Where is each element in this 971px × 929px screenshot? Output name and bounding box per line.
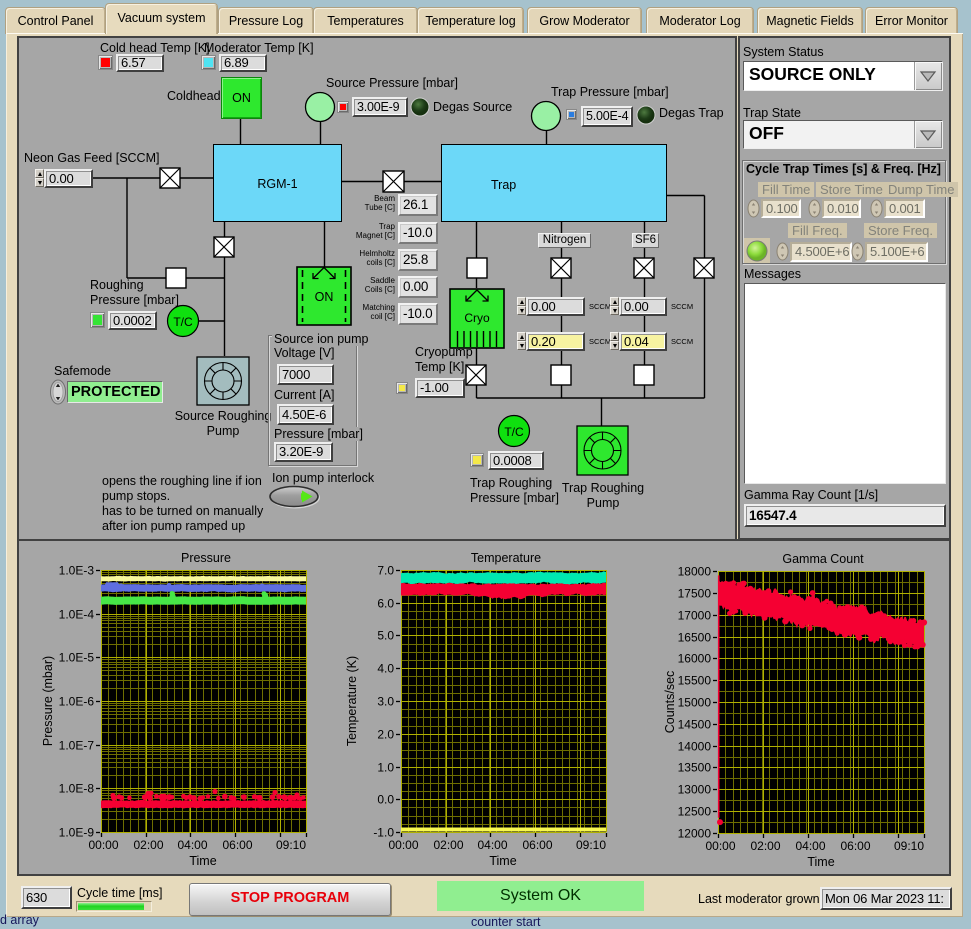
svg-text:15000: 15000 xyxy=(678,696,712,710)
svg-text:06:00: 06:00 xyxy=(522,838,552,852)
svg-text:04:00: 04:00 xyxy=(477,838,507,852)
svg-text:00:00: 00:00 xyxy=(705,839,735,853)
svg-text:T/C: T/C xyxy=(173,315,193,329)
svg-text:1.0: 1.0 xyxy=(377,761,394,775)
svg-text:3.0: 3.0 xyxy=(377,695,394,709)
svg-text:06:00: 06:00 xyxy=(222,838,252,852)
svg-text:0.0: 0.0 xyxy=(377,793,394,807)
svg-text:Time: Time xyxy=(189,854,216,868)
svg-text:6.0: 6.0 xyxy=(377,597,394,611)
svg-text:09:10: 09:10 xyxy=(276,838,306,852)
svg-text:02:00: 02:00 xyxy=(433,838,463,852)
svg-text:17000: 17000 xyxy=(678,609,712,623)
svg-text:04:00: 04:00 xyxy=(795,839,825,853)
svg-text:1.0E-7: 1.0E-7 xyxy=(59,739,95,753)
svg-text:04:00: 04:00 xyxy=(177,838,207,852)
svg-text:Temperature: Temperature xyxy=(471,551,541,565)
svg-text:13000: 13000 xyxy=(678,783,712,797)
svg-text:1.0E-6: 1.0E-6 xyxy=(59,695,95,709)
svg-text:7.0: 7.0 xyxy=(377,564,394,578)
svg-text:09:10: 09:10 xyxy=(894,839,924,853)
svg-text:00:00: 00:00 xyxy=(88,838,118,852)
svg-text:Time: Time xyxy=(489,854,516,868)
svg-text:00:00: 00:00 xyxy=(388,838,418,852)
svg-text:Temperature (K): Temperature (K) xyxy=(345,656,359,746)
svg-text:Pressure (mbar): Pressure (mbar) xyxy=(41,656,55,746)
svg-text:13500: 13500 xyxy=(678,761,712,775)
svg-text:16500: 16500 xyxy=(678,631,712,645)
svg-text:Counts/sec: Counts/sec xyxy=(663,671,677,734)
svg-text:12500: 12500 xyxy=(678,805,712,819)
svg-text:2.0: 2.0 xyxy=(377,728,394,742)
svg-text:Pressure: Pressure xyxy=(181,551,231,565)
svg-text:Time: Time xyxy=(807,855,834,869)
svg-text:02:00: 02:00 xyxy=(750,839,780,853)
svg-text:1.0E-4: 1.0E-4 xyxy=(59,608,95,622)
svg-text:06:00: 06:00 xyxy=(840,839,870,853)
svg-text:18000: 18000 xyxy=(678,565,712,579)
svg-text:T/C: T/C xyxy=(504,425,524,439)
svg-text:Gamma Count: Gamma Count xyxy=(782,552,864,566)
svg-text:02:00: 02:00 xyxy=(133,838,163,852)
svg-text:16000: 16000 xyxy=(678,652,712,666)
svg-text:1.0E-3: 1.0E-3 xyxy=(59,564,95,578)
svg-text:15500: 15500 xyxy=(678,674,712,688)
svg-text:5.0: 5.0 xyxy=(377,629,394,643)
svg-text:1.0E-5: 1.0E-5 xyxy=(59,651,95,665)
svg-text:14500: 14500 xyxy=(678,718,712,732)
svg-text:09:10: 09:10 xyxy=(576,838,606,852)
svg-text:4.0: 4.0 xyxy=(377,662,394,676)
svg-text:1.0E-8: 1.0E-8 xyxy=(59,782,95,796)
svg-text:17500: 17500 xyxy=(678,587,712,601)
svg-text:14000: 14000 xyxy=(678,740,712,754)
